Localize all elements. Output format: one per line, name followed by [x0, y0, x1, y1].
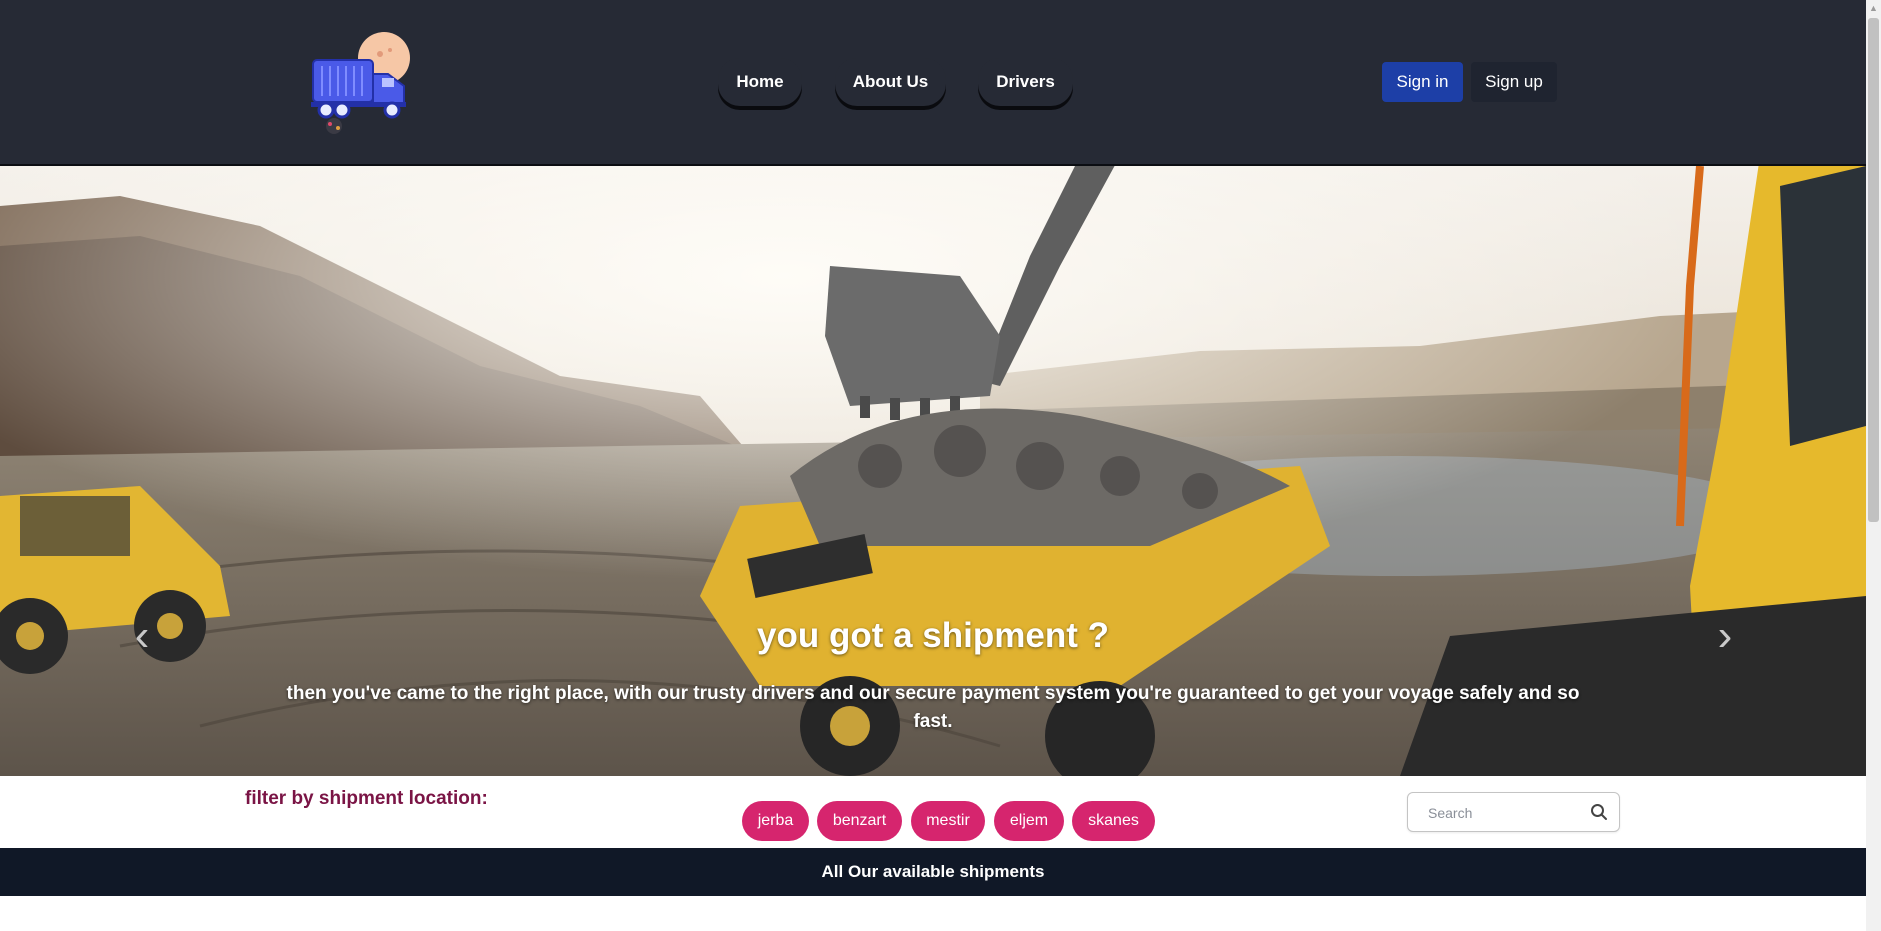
truck-logo-icon[interactable]	[308, 28, 416, 136]
chip-jerba[interactable]: jerba	[742, 801, 809, 841]
search-icon[interactable]	[1590, 803, 1608, 821]
sign-up-button[interactable]: Sign up	[1471, 62, 1557, 102]
nav-about-us[interactable]: About Us	[835, 58, 946, 106]
scroll-thumb[interactable]	[1868, 18, 1879, 522]
chip-skanes[interactable]: skanes	[1072, 801, 1155, 841]
search-input[interactable]	[1426, 802, 1580, 824]
chip-mestir[interactable]: mestir	[911, 801, 985, 841]
page-scrollbar[interactable]: ▲	[1866, 0, 1881, 931]
chip-benzart[interactable]: benzart	[817, 801, 902, 841]
nav-drivers[interactable]: Drivers	[978, 58, 1073, 106]
search-box	[1407, 792, 1620, 832]
hero-text: then you've came to the right place, wit…	[286, 683, 1580, 732]
shipments-heading: All Our available shipments	[0, 848, 1866, 896]
nav-home[interactable]: Home	[718, 58, 802, 106]
chip-eljem[interactable]: eljem	[994, 801, 1064, 841]
sign-in-button[interactable]: Sign in	[1382, 62, 1463, 102]
scroll-up-arrow-icon[interactable]: ▲	[1866, 0, 1881, 16]
filter-label: filter by shipment location:	[245, 788, 488, 809]
site-header: Home About Us Drivers Sign in Sign up	[0, 0, 1866, 166]
hero-title: you got a shipment ?	[757, 616, 1109, 655]
